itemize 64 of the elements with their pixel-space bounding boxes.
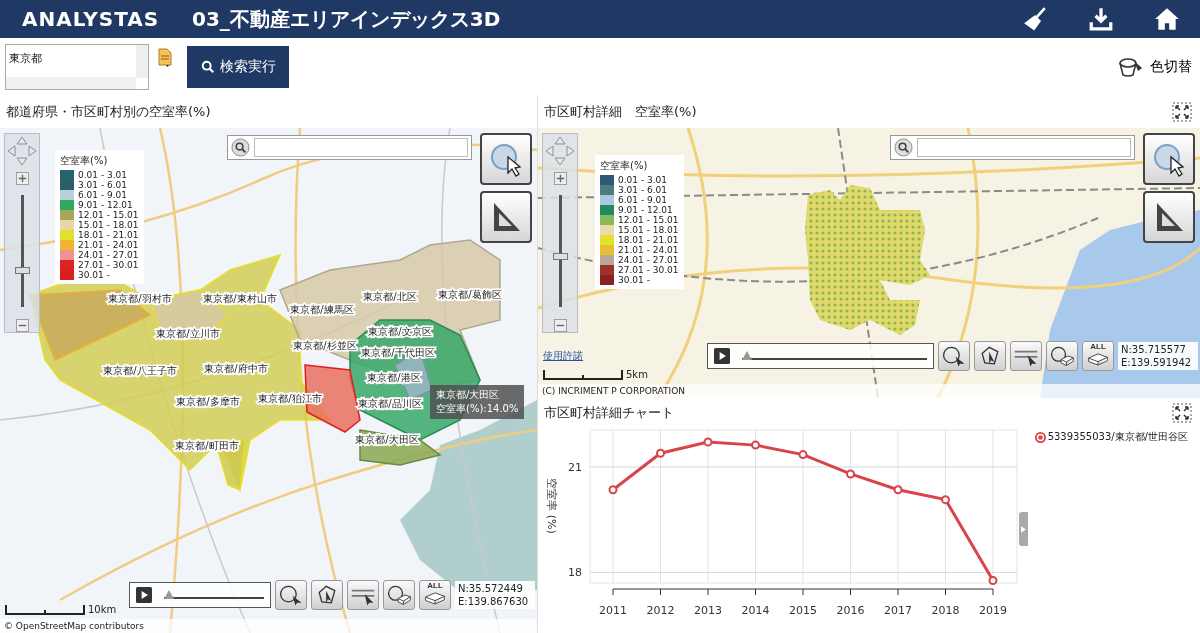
region-label: 東京都/千代田区: [361, 347, 435, 358]
x-tick-label: 2014: [741, 604, 770, 617]
x-tick-label: 2018: [931, 604, 960, 617]
coordinate-text: E:139.867630: [458, 595, 530, 608]
region-label: 東京都/品川区: [358, 398, 422, 409]
legend-label: 21.01 - 24.01: [618, 245, 679, 255]
x-tick-label: 2017: [884, 604, 912, 617]
scale-label: 5km: [626, 369, 648, 380]
panel-title: 都道府県・市区町村別の空室率(%): [6, 102, 211, 121]
region-label: 東京都/葛飾区: [438, 289, 502, 300]
legend-label: 6.01 - 9.01: [618, 195, 668, 205]
region-label: 東京都/文京区: [368, 326, 432, 337]
x-tick-label: 2013: [694, 604, 722, 617]
attribution-text: © OpenStreetMap contributors: [4, 621, 144, 631]
attribution-text: (C) INCRIMENT P CORPORATION: [542, 386, 686, 396]
region-label: 東京都/多摩市: [176, 396, 240, 407]
legend-label: 3.01 - 6.01: [618, 185, 668, 195]
coordinate-text: E:139.591942: [1121, 356, 1193, 369]
y-axis-label: 空室率 (%): [545, 478, 558, 534]
legend-label: 15.01 - 18.01: [78, 220, 139, 230]
app-logo: ANALYSTAS: [22, 7, 161, 31]
legend-title: 空室率(%): [600, 159, 649, 173]
legend-label: 27.01 - 30.01: [618, 265, 679, 275]
tooltip-value: 空室率(%):14.0%: [436, 402, 519, 416]
legend-label: 0.01 - 3.01: [618, 175, 668, 185]
legend-label: 24.01 - 27.01: [618, 255, 679, 265]
legend-label: 15.01 - 18.01: [618, 225, 679, 235]
legend-label: 9.01 - 12.01: [78, 200, 133, 210]
coordinate-text: N:35.572449: [458, 582, 524, 595]
y-tick-label: 18: [568, 566, 582, 580]
page-title: 03_不動産エリアインデックス3D: [192, 5, 501, 33]
panel-title: 市区町村詳細 空室率(%): [544, 102, 697, 121]
legend-title: 空室率(%): [60, 154, 109, 168]
legend-label: 0.01 - 3.01: [78, 170, 128, 180]
region-label: 東京都/八王子市: [103, 365, 177, 376]
coordinate-text: N:35.715577: [1121, 343, 1187, 356]
legend-label: 6.01 - 9.01: [78, 190, 128, 200]
region-label: 東京都/狛江市: [258, 393, 322, 404]
legend-label: 12.01 - 15.01: [78, 210, 139, 220]
x-tick-label: 2011: [599, 604, 627, 617]
legend-label: 12.01 - 15.01: [618, 215, 679, 225]
scale-label: 10km: [88, 604, 117, 615]
x-tick-label: 2012: [646, 604, 675, 617]
legend-label: 30.01 -: [618, 275, 650, 285]
y-tick-label: 21: [568, 460, 582, 474]
legend-label: 3.01 - 6.01: [78, 180, 128, 190]
region-label: 東京都/練馬区: [290, 304, 354, 315]
region-label: 東京都/北区: [363, 291, 417, 302]
legend-label: 24.01 - 27.01: [78, 250, 139, 260]
x-tick-label: 2015: [789, 604, 817, 617]
region-label: 東京都/府中市: [204, 363, 268, 374]
region-label: 東京都/港区: [367, 372, 421, 383]
legend-label: 18.01 - 21.01: [618, 235, 679, 245]
legend-label: 9.01 - 12.01: [618, 205, 673, 215]
legend-label: 30.01 -: [78, 270, 110, 280]
legend-label: 27.01 - 30.01: [78, 260, 139, 270]
legend-label: 21.01 - 24.01: [78, 240, 139, 250]
legend-label: 5339355033/東京都/世田谷区: [1047, 430, 1188, 444]
x-tick-label: 2019: [979, 604, 1007, 617]
chart-title: 市区町村詳細チャート: [544, 404, 674, 422]
region-label: 東京都/町田市: [175, 440, 239, 451]
legend-label: 18.01 - 21.01: [78, 230, 139, 240]
tooltip-title: 東京都/大田区: [436, 388, 501, 402]
x-tick-label: 2016: [836, 604, 865, 617]
